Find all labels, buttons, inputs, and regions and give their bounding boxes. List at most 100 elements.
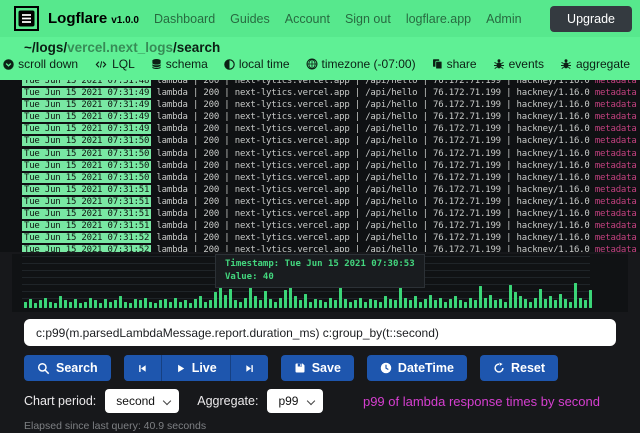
chart-bar[interactable]: [534, 298, 537, 308]
chart-bar[interactable]: [359, 298, 362, 308]
chart-bar[interactable]: [144, 298, 147, 308]
chart-bar[interactable]: [524, 299, 527, 308]
chart-bar[interactable]: [104, 299, 107, 308]
chart-bar[interactable]: [484, 298, 487, 308]
chart-bar[interactable]: [174, 298, 177, 308]
chart-bar[interactable]: [179, 302, 182, 309]
chart-bar[interactable]: [574, 283, 577, 308]
chart-bar[interactable]: [309, 302, 312, 309]
chart-bar[interactable]: [559, 294, 562, 308]
chart-bar[interactable]: [554, 300, 557, 308]
chart-bar[interactable]: [239, 302, 242, 309]
chart-bar[interactable]: [414, 296, 417, 308]
save-button[interactable]: Save: [281, 355, 354, 381]
chart-bar[interactable]: [89, 298, 92, 308]
chart-bar[interactable]: [24, 302, 27, 309]
chart-bar[interactable]: [39, 300, 42, 308]
chart-bar[interactable]: [159, 300, 162, 308]
toolbar-lql[interactable]: LQL: [94, 57, 135, 71]
chart-bar[interactable]: [74, 299, 77, 308]
chart-bar[interactable]: [29, 299, 32, 308]
chart-bar[interactable]: [234, 300, 237, 308]
nav-link-account[interactable]: Account: [285, 12, 330, 26]
metadata-link[interactable]: metadata: [595, 112, 637, 122]
chart-bar[interactable]: [154, 303, 157, 308]
chart-bar[interactable]: [489, 295, 492, 308]
toolbar-local-time[interactable]: local time: [224, 57, 290, 71]
chart-bar[interactable]: [44, 298, 47, 308]
toolbar-schema[interactable]: schema: [151, 57, 208, 71]
metadata-link[interactable]: metadata: [595, 221, 637, 231]
reset-button[interactable]: Reset: [480, 355, 558, 381]
metadata-link[interactable]: metadata: [595, 209, 637, 219]
chart-bar[interactable]: [214, 292, 217, 308]
chart-bar[interactable]: [204, 302, 207, 309]
chart-bar[interactable]: [189, 303, 192, 308]
chart-bar[interactable]: [94, 300, 97, 308]
datetime-button[interactable]: DateTime: [367, 355, 467, 381]
chart-bar[interactable]: [474, 300, 477, 308]
chart-bar[interactable]: [369, 299, 372, 308]
aggregate-select[interactable]: p99: [267, 389, 323, 413]
chart-bar[interactable]: [294, 296, 297, 308]
chart-bar[interactable]: [449, 299, 452, 308]
chart-bar[interactable]: [129, 303, 132, 308]
chart-bar[interactable]: [469, 298, 472, 308]
chart-bar[interactable]: [304, 294, 307, 308]
chart-bar[interactable]: [434, 300, 437, 308]
chart-bar[interactable]: [319, 300, 322, 308]
chart-bar[interactable]: [59, 296, 62, 308]
chart-bar[interactable]: [119, 296, 122, 308]
chart-bar[interactable]: [329, 298, 332, 308]
chart-bar[interactable]: [184, 300, 187, 308]
chart-bar[interactable]: [569, 302, 572, 309]
chart-bar[interactable]: [264, 291, 267, 308]
chart-bar[interactable]: [454, 296, 457, 308]
chart-bar[interactable]: [514, 292, 517, 308]
chart-bar[interactable]: [199, 296, 202, 308]
chart-bar[interactable]: [149, 302, 152, 309]
metadata-link[interactable]: metadata: [595, 149, 637, 159]
chart-bar[interactable]: [539, 289, 542, 309]
search-query-input[interactable]: [24, 319, 616, 346]
toolbar-aggregate[interactable]: aggregate: [560, 57, 630, 71]
chart-bar[interactable]: [504, 302, 507, 309]
metadata-link[interactable]: metadata: [595, 124, 637, 134]
chart-bar[interactable]: [34, 303, 37, 308]
chart-bar[interactable]: [464, 302, 467, 309]
chart-bar[interactable]: [54, 303, 57, 308]
chart-bar[interactable]: [564, 299, 567, 308]
chart-bar[interactable]: [384, 296, 387, 308]
chart-bar[interactable]: [274, 302, 277, 309]
chart-bar[interactable]: [284, 290, 287, 308]
chart-bar[interactable]: [589, 290, 592, 308]
toolbar-events[interactable]: events: [493, 57, 544, 71]
nav-link-dashboard[interactable]: Dashboard: [154, 12, 215, 26]
chart-bar[interactable]: [389, 299, 392, 308]
chart-bar[interactable]: [424, 299, 427, 308]
metadata-link[interactable]: metadata: [595, 197, 637, 207]
chart-bar[interactable]: [364, 302, 367, 309]
events-chart[interactable]: Timestamp: Tue Jun 15 2021 07:30:53 Valu…: [12, 254, 628, 312]
metadata-link[interactable]: metadata: [595, 185, 637, 195]
nav-link-logflare-app[interactable]: logflare.app: [406, 12, 471, 26]
chart-period-select[interactable]: second: [105, 389, 179, 413]
chart-bar[interactable]: [344, 299, 347, 308]
chart-bar[interactable]: [509, 285, 512, 308]
chart-bar[interactable]: [209, 300, 212, 308]
chart-bar[interactable]: [49, 302, 52, 309]
log-panel[interactable]: Tue Jun 15 2021 07:31:48 lambda | 200 | …: [0, 80, 640, 252]
chart-bar[interactable]: [259, 300, 262, 308]
chart-bar[interactable]: [134, 299, 137, 308]
chart-bar[interactable]: [229, 289, 232, 309]
chart-bar[interactable]: [379, 302, 382, 309]
chart-bar[interactable]: [109, 302, 112, 309]
chart-bar[interactable]: [64, 300, 67, 308]
metadata-link[interactable]: metadata: [595, 161, 637, 171]
chart-bar[interactable]: [324, 302, 327, 309]
search-button[interactable]: Search: [24, 355, 111, 381]
chart-bar[interactable]: [479, 286, 482, 308]
chart-bar[interactable]: [99, 303, 102, 308]
toolbar-scroll-down[interactable]: scroll down: [3, 57, 78, 71]
breadcrumb-prefix[interactable]: ~/logs/: [24, 40, 67, 55]
